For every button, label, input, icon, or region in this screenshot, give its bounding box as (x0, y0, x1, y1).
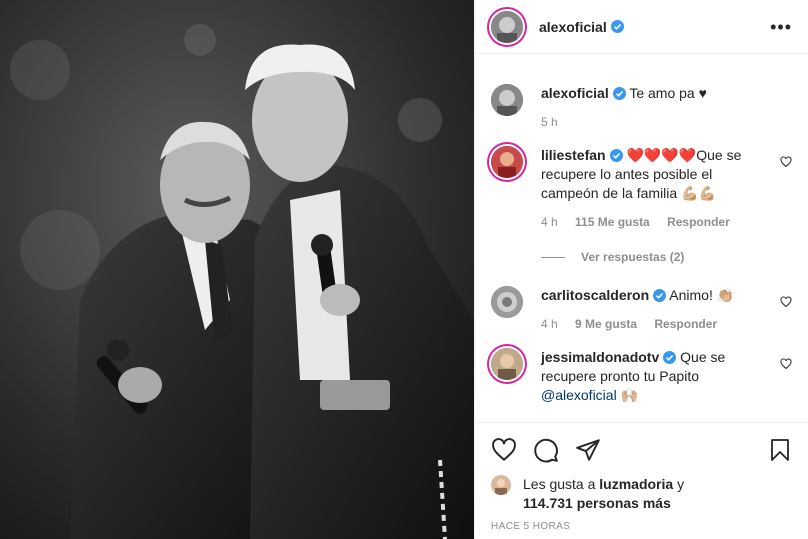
post-photo-image (0, 0, 474, 539)
bookmark-icon[interactable] (768, 437, 792, 463)
likes-prefix: Les gusta a (523, 476, 600, 492)
comment-icon[interactable] (533, 437, 559, 463)
comment-like-heart-icon[interactable] (780, 296, 792, 308)
comment-username[interactable]: carlitoscalderon (541, 287, 649, 303)
author-username[interactable]: alexoficial (539, 19, 607, 35)
author-avatar[interactable] (491, 10, 523, 43)
caption: alexoficial Te amo pa ♥ 5 h (491, 84, 792, 132)
caption-username[interactable]: alexoficial (541, 85, 609, 101)
post-header: alexoficial ••• (475, 0, 808, 54)
likes-summary: Les gusta a luzmadoria y 114.731 persona… (491, 475, 792, 513)
comment-time[interactable]: 4 h (541, 215, 558, 229)
comment-like-heart-icon[interactable] (780, 358, 792, 370)
comment-avatar[interactable] (491, 348, 523, 380)
verified-badge-icon (612, 87, 626, 100)
post-sidebar: alexoficial ••• alexoficial Te amo pa ♥ … (474, 0, 808, 539)
caption-time[interactable]: 5 h (541, 115, 558, 129)
liker-username[interactable]: luzmadoria (599, 476, 673, 492)
comment-emoji: 🙌🏼 (620, 387, 639, 403)
post-actions: Les gusta a luzmadoria y 114.731 persona… (475, 422, 808, 532)
comment-item: jessimaldonadotv Que se recupere pronto … (491, 348, 792, 405)
comment-avatar[interactable] (491, 286, 523, 318)
reply-button[interactable]: Responder (667, 215, 730, 229)
likes-count[interactable]: 114.731 personas más (523, 495, 671, 511)
comments-list: alexoficial Te amo pa ♥ 5 h liliestefan … (475, 54, 808, 422)
comment-time[interactable]: 4 h (541, 317, 558, 331)
instagram-post: alexoficial ••• alexoficial Te amo pa ♥ … (0, 0, 808, 539)
heart-icon[interactable] (491, 437, 517, 463)
comment-avatar[interactable] (491, 146, 523, 178)
comment-likes[interactable]: 9 Me gusta (575, 317, 637, 331)
verified-badge-icon (653, 289, 667, 302)
verified-badge-icon (609, 149, 623, 162)
more-options-icon[interactable]: ••• (770, 18, 792, 36)
share-icon[interactable] (575, 437, 601, 463)
comment-text: Animo! 👏🏼 (669, 287, 735, 303)
view-replies-label[interactable]: Ver respuestas (2) (581, 250, 684, 264)
liker-avatar[interactable] (491, 475, 511, 495)
comment-item: carlitoscalderon Animo! 👏🏼 4 h 9 Me gust… (491, 286, 792, 334)
comment-item: liliestefan ❤️❤️❤️❤️Que se recupere lo a… (491, 146, 792, 232)
post-timestamp[interactable]: HACE 5 HORAS (491, 521, 792, 532)
verified-badge-icon (663, 351, 677, 364)
view-replies-button[interactable]: Ver respuestas (2) (541, 250, 792, 264)
caption-avatar[interactable] (491, 84, 523, 116)
reply-button[interactable]: Responder (654, 317, 717, 331)
caption-text: Te amo pa ♥ (629, 85, 707, 101)
comment-mention-link[interactable]: @alexoficial (541, 387, 617, 403)
post-photo[interactable] (0, 0, 474, 539)
comment-username[interactable]: jessimaldonadotv (541, 349, 659, 365)
likes-middle: y (673, 476, 685, 492)
comment-username[interactable]: liliestefan (541, 147, 606, 163)
comment-like-heart-icon[interactable] (780, 156, 792, 168)
verified-badge-icon (610, 20, 624, 33)
comment-likes[interactable]: 115 Me gusta (575, 215, 650, 229)
replies-divider (541, 256, 565, 258)
